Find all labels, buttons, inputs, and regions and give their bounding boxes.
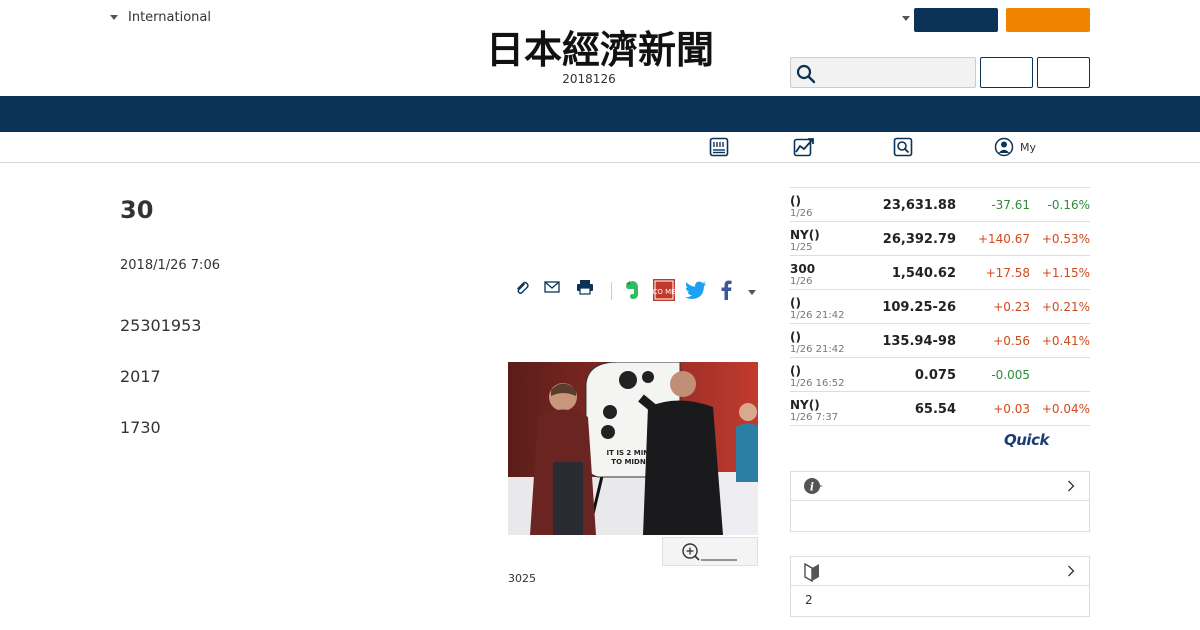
market-change-percent: -0.16%: [1047, 198, 1090, 212]
beginner-panel-header[interactable]: [791, 557, 1089, 586]
account-caret-icon[interactable]: [902, 16, 910, 21]
search-box[interactable]: [790, 57, 976, 88]
market-value: 65.54: [914, 402, 956, 417]
search-news-icon[interactable]: [893, 137, 913, 157]
subscribe-button[interactable]: [1006, 8, 1090, 32]
login-button[interactable]: [914, 8, 998, 32]
market-name: (): [790, 194, 801, 208]
market-change-percent: +0.41%: [1041, 334, 1090, 348]
article-paragraph: 25301953: [120, 316, 202, 335]
market-change: +140.67: [977, 232, 1030, 246]
market-change-percent: +1.15%: [1041, 266, 1090, 280]
market-value: 109.25-26: [882, 300, 956, 315]
print-icon[interactable]: [576, 279, 594, 295]
info-panel-header[interactable]: i: [791, 472, 1089, 501]
region-label: International: [128, 10, 211, 25]
user-avatar-icon: [994, 137, 1014, 157]
market-time: 1/26 21:42: [790, 310, 845, 321]
market-data-table: () 1/26 23,631.88 -37.61 -0.16% NY() 1/2…: [790, 187, 1090, 426]
svg-text:i: i: [810, 481, 814, 494]
market-name: (): [790, 330, 801, 344]
article-paragraph: 2017: [120, 367, 161, 386]
market-change: +17.58: [985, 266, 1030, 280]
market-name: 300: [790, 262, 816, 276]
market-row[interactable]: () 1/26 23,631.88 -37.61 -0.16%: [790, 188, 1090, 222]
market-value: 1,540.62: [891, 266, 956, 281]
market-value: 23,631.88: [882, 198, 956, 213]
search-input[interactable]: [819, 61, 969, 84]
article-photo[interactable]: IT IS 2 MINUTES TO MIDNIGHT: [508, 362, 758, 535]
info-panel-body: [791, 501, 1089, 531]
my-nikkei-link[interactable]: My: [994, 137, 1036, 157]
header-outline-button-1[interactable]: [980, 57, 1033, 88]
svg-text:CO ME: CO ME: [653, 288, 675, 296]
market-name: (): [790, 296, 801, 310]
edition-date: 2018126: [562, 72, 616, 86]
main-navigation-bar: [0, 96, 1200, 132]
market-time: 1/26: [790, 276, 813, 287]
market-change: -37.61: [991, 198, 1030, 212]
photo-zoom-button[interactable]: [662, 537, 758, 566]
top-header: International 日本經濟新聞 2018126: [0, 0, 1200, 96]
market-row[interactable]: () 1/26 16:52 0.075 -0.005: [790, 358, 1090, 392]
caret-down-icon: [110, 15, 118, 20]
header-outline-button-2[interactable]: [1037, 57, 1090, 88]
paperclip-icon[interactable]: [514, 280, 530, 296]
info-icon: i: [804, 478, 823, 494]
market-name: NY(): [790, 398, 820, 412]
market-name: NY(): [790, 228, 820, 242]
comemo-icon[interactable]: CO ME: [653, 279, 675, 301]
market-name: (): [790, 364, 801, 378]
market-change: +0.56: [993, 334, 1030, 348]
market-value: 135.94-98: [882, 334, 956, 349]
market-row[interactable]: NY() 1/25 26,392.79 +140.67 +0.53%: [790, 222, 1090, 256]
info-panel: i: [790, 471, 1090, 532]
mail-icon[interactable]: [544, 280, 560, 294]
chevron-right-icon[interactable]: [1067, 565, 1075, 577]
market-change-percent: +0.21%: [1041, 300, 1090, 314]
photo-caption: 3025: [508, 572, 536, 585]
market-change: +0.23: [993, 300, 1030, 314]
market-change: +0.03: [993, 402, 1030, 416]
market-time: 1/26 7:37: [790, 412, 839, 423]
market-chart-icon[interactable]: [793, 137, 815, 157]
market-change-percent: +0.53%: [1041, 232, 1090, 246]
article-paragraph: 1730: [120, 418, 161, 437]
svg-text:日本經濟新聞: 日本經濟新聞: [486, 27, 714, 70]
zoom-in-icon: [682, 543, 700, 561]
article-date: 2018/1/26 7:06: [120, 258, 220, 273]
evernote-icon[interactable]: [623, 280, 641, 300]
market-value: 26,392.79: [882, 232, 956, 247]
market-time: 1/26: [790, 208, 813, 219]
article-title: 30: [120, 196, 154, 224]
beginner-panel-body: 2: [805, 593, 813, 607]
market-change: -0.005: [991, 368, 1030, 382]
nikkei-logo[interactable]: 日本經濟新聞: [449, 26, 751, 70]
beginner-panel: 2: [790, 556, 1090, 617]
market-row[interactable]: NY() 1/26 7:37 65.54 +0.03 +0.04%: [790, 392, 1090, 426]
market-value: 0.075: [914, 368, 956, 383]
my-label: My: [1020, 140, 1037, 154]
twitter-icon[interactable]: [685, 281, 707, 299]
market-row[interactable]: () 1/26 21:42 109.25-26 +0.23 +0.21%: [790, 290, 1090, 324]
region-selector[interactable]: International: [110, 10, 211, 25]
beginner-mark-icon: [804, 562, 819, 582]
facebook-icon[interactable]: [720, 280, 732, 300]
market-time: 1/26 16:52: [790, 378, 845, 389]
market-time: 1/25: [790, 242, 813, 253]
market-time: 1/26 21:42: [790, 344, 845, 355]
newspaper-icon[interactable]: [709, 137, 729, 157]
quick-provider-logo[interactable]: Quick: [1004, 431, 1049, 449]
search-icon[interactable]: [796, 64, 816, 84]
more-share-caret-icon[interactable]: [748, 290, 756, 295]
chevron-right-icon[interactable]: [1067, 480, 1075, 492]
market-change-percent: +0.04%: [1041, 402, 1090, 416]
market-row[interactable]: 300 1/26 1,540.62 +17.58 +1.15%: [790, 256, 1090, 290]
market-row[interactable]: () 1/26 21:42 135.94-98 +0.56 +0.41%: [790, 324, 1090, 358]
share-divider: [611, 282, 612, 300]
